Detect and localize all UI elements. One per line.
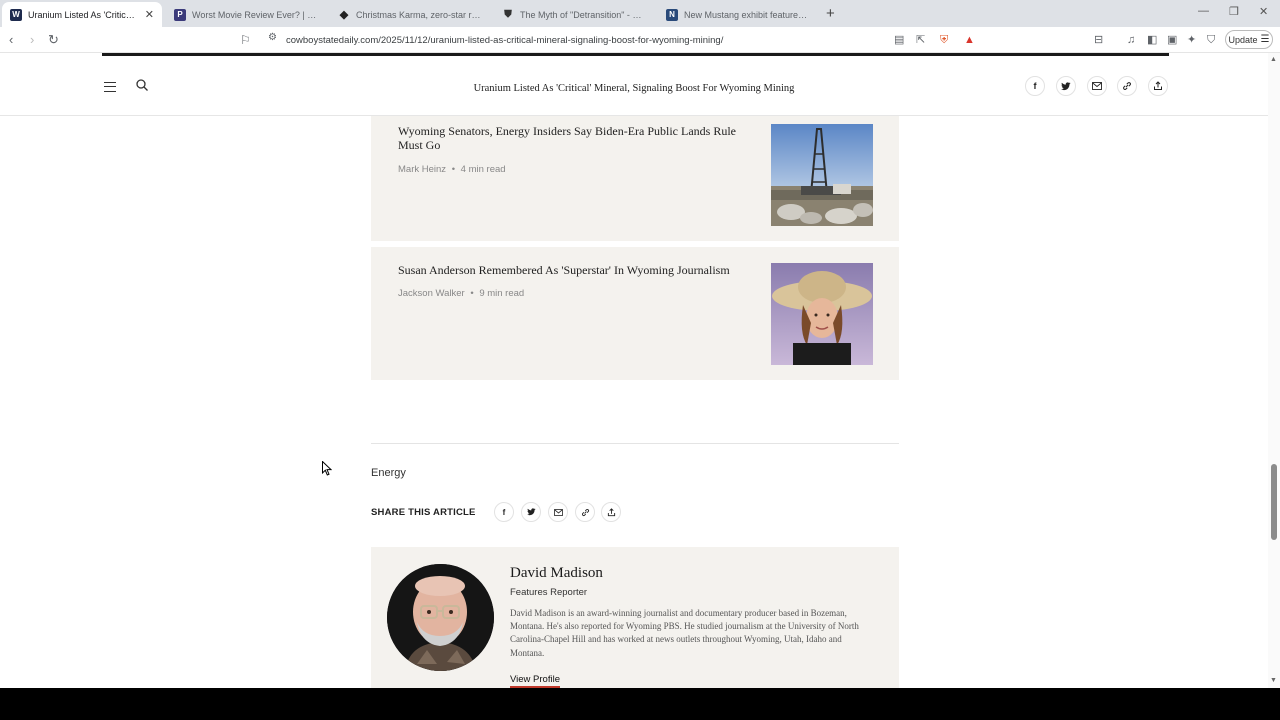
browser-tab-0[interactable]: W Uranium Listed As 'Critical' Mine ✕ [2, 2, 162, 27]
sidebar-icon[interactable]: ⊟ [1094, 32, 1103, 48]
portrait-thumbnail[interactable] [771, 263, 873, 365]
tab-title: New Mustang exhibit features Hollyw [684, 9, 810, 20]
media-icon[interactable]: ♫ [1127, 32, 1135, 48]
browser-tab-3[interactable]: ⛊ The Myth of "Detransition" - by KB an [494, 2, 654, 27]
site-favicon-icon: W [10, 8, 22, 21]
ai-assistant-icon[interactable]: ✦ [1187, 32, 1196, 48]
address-bar[interactable]: ⚙ cowboystatedaily.com/2025/11/12/uraniu… [262, 30, 982, 50]
twitter-icon[interactable] [521, 502, 541, 522]
url-text: cowboystatedaily.com/2025/11/12/uranium-… [286, 34, 724, 46]
back-icon[interactable]: ‹ [9, 32, 13, 48]
header-article-title: Uranium Listed As 'Critical' Mineral, Si… [473, 83, 795, 94]
tab-title: Christmas Karma, zero-star review: Th [356, 9, 482, 20]
tab-title: Uranium Listed As 'Critical' Mine [28, 9, 139, 20]
link-icon[interactable] [1117, 76, 1137, 96]
meta-separator: • [451, 164, 456, 175]
menu-icon: ☰ [1260, 34, 1270, 45]
read-time: 4 min read [460, 164, 506, 175]
new-tab-icon[interactable]: + [826, 5, 835, 22]
facebook-icon[interactable]: f [1025, 76, 1045, 96]
site-info-icon[interactable]: ⚙ [268, 32, 277, 43]
reader-mode-icon[interactable]: ▤ [894, 32, 904, 48]
shield-favicon-icon: ⛊ [504, 9, 512, 20]
bookmark-icon[interactable]: ⚐ [240, 32, 251, 48]
related-article-title[interactable]: Wyoming Senators, Energy Insiders Say Bi… [398, 124, 758, 152]
related-article-meta: Jackson Walker • 9 min read [398, 288, 524, 299]
reload-icon[interactable]: ↻ [48, 32, 59, 48]
twitter-icon[interactable] [1056, 76, 1076, 96]
browser-tab-bar: W Uranium Listed As 'Critical' Mine ✕ P … [0, 0, 1280, 27]
drilling-rig-thumbnail[interactable] [771, 124, 873, 226]
share-label: SHARE THIS ARTICLE [371, 507, 476, 518]
mail-icon[interactable] [1087, 76, 1107, 96]
view-profile-link[interactable]: View Profile [510, 674, 560, 688]
browser-tab-2[interactable]: ◆ Christmas Karma, zero-star review: Th [330, 2, 490, 27]
close-tab-icon[interactable]: ✕ [145, 8, 154, 21]
author-name[interactable]: Mark Heinz [398, 164, 446, 175]
update-label: Update [1228, 34, 1258, 45]
site-favicon-icon: ◆ [339, 9, 349, 21]
scrollbar-thumb[interactable] [1271, 464, 1277, 540]
restore-icon[interactable]: ❐ [1229, 5, 1239, 18]
brave-shield-icon[interactable]: ⛨ [940, 32, 948, 48]
browser-toolbar: ‹ › ↻ ⚐ ⚙ cowboystatedaily.com/2025/11/1… [0, 27, 1280, 53]
page-scrollbar[interactable]: ▲ ▼ [1268, 53, 1280, 688]
share-page-icon[interactable]: ⇱ [916, 32, 925, 48]
category-tag[interactable]: Energy [371, 467, 406, 479]
scroll-down-icon[interactable]: ▼ [1270, 677, 1277, 684]
vpn-icon[interactable]: ⛉ [1207, 32, 1215, 48]
share-icon[interactable] [601, 502, 621, 522]
scroll-up-icon[interactable]: ▲ [1270, 56, 1277, 63]
mail-icon[interactable] [548, 502, 568, 522]
page-viewport: Uranium Listed As 'Critical' Mineral, Si… [0, 53, 1280, 688]
rewards-icon[interactable]: ▲ [964, 32, 975, 48]
tab-title: The Myth of "Detransition" - by KB an [520, 9, 646, 20]
share-icon[interactable] [1148, 76, 1168, 96]
site-favicon-icon: N [666, 8, 678, 21]
section-divider [371, 443, 899, 444]
author-name[interactable]: David Madison [510, 565, 603, 582]
related-article-card[interactable]: Wyoming Senators, Energy Insiders Say Bi… [371, 116, 899, 241]
related-article-card[interactable]: Susan Anderson Remembered As 'Superstar'… [371, 247, 899, 380]
author-card: David Madison Features Reporter David Ma… [371, 547, 899, 688]
author-bio: David Madison is an award-winning journa… [510, 608, 859, 658]
wallet-icon[interactable]: ▣ [1167, 32, 1177, 48]
panel-icon[interactable]: ◧ [1147, 32, 1157, 48]
site-header: Uranium Listed As 'Critical' Mineral, Si… [0, 56, 1268, 116]
author-avatar[interactable] [387, 564, 494, 671]
browser-tab-4[interactable]: N New Mustang exhibit features Hollyw [658, 2, 818, 27]
taskbar-area [0, 688, 1280, 720]
link-icon[interactable] [575, 502, 595, 522]
related-article-meta: Mark Heinz • 4 min read [398, 164, 506, 175]
related-article-title[interactable]: Susan Anderson Remembered As 'Superstar'… [398, 263, 758, 277]
mouse-cursor-icon [322, 461, 332, 476]
tab-title: Worst Movie Review Ever? | Power Li [192, 9, 318, 20]
site-favicon-icon: P [174, 8, 186, 21]
minimize-icon[interactable]: — [1198, 5, 1209, 17]
author-name[interactable]: Jackson Walker [398, 288, 465, 299]
update-button[interactable]: Update ☰ [1225, 30, 1273, 49]
close-window-icon[interactable]: ✕ [1259, 5, 1268, 18]
facebook-icon[interactable]: f [494, 502, 514, 522]
forward-icon[interactable]: › [30, 32, 34, 48]
meta-separator: • [470, 288, 474, 299]
author-role: Features Reporter [510, 587, 588, 598]
read-time: 9 min read [479, 288, 525, 299]
browser-tab-1[interactable]: P Worst Movie Review Ever? | Power Li [166, 2, 326, 27]
